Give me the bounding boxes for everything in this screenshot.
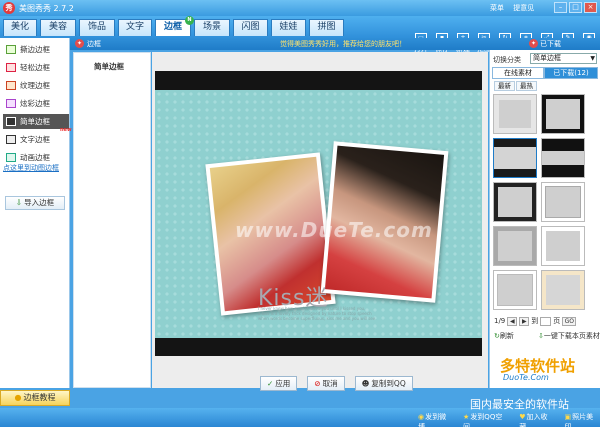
canvas-area: www.DueTe.com Kiss迷 I never knew how muc…	[152, 52, 488, 391]
print-icon: ▣	[564, 413, 572, 421]
check-icon: ✓	[267, 379, 274, 388]
frame-icon	[6, 63, 16, 72]
cancel-icon: ⊘	[314, 379, 321, 388]
tab-decoration[interactable]: 饰品	[79, 19, 115, 36]
tab-downloaded[interactable]: 已下载(12)	[544, 67, 598, 79]
frame-bottom-bar	[155, 338, 482, 356]
frame-thumbnail[interactable]	[493, 94, 537, 134]
photo-canvas[interactable]: www.DueTe.com Kiss迷 I never knew how muc…	[155, 90, 482, 338]
frame-icon	[6, 81, 16, 90]
tab-face[interactable]: 美容	[40, 19, 76, 36]
page-indicator: 1/9	[494, 317, 506, 325]
app-logo-icon: 秀	[3, 2, 15, 14]
cancel-button[interactable]: ⊘ 取消	[307, 376, 345, 391]
frame-thumbnail[interactable]	[493, 138, 537, 178]
new-badge: N	[185, 16, 194, 25]
frame-icon	[6, 99, 16, 108]
sidebar-item-text-frame[interactable]: 文字边框	[3, 132, 69, 147]
animated-frame-link[interactable]: 点这里到动图边框	[3, 163, 59, 173]
left-sidebar: 撕边边框 轻松边框 纹理边框 炫彩边框 简单边框 文字边框 动画边框 new 点…	[0, 38, 72, 388]
share-weibo-button[interactable]: ◉发到微博	[418, 412, 453, 427]
goto-label: 到	[531, 317, 539, 325]
sidebar-item-texture-frame[interactable]: 纹理边框	[3, 78, 69, 93]
feedback-link[interactable]: 提意见	[513, 4, 534, 12]
apply-button[interactable]: ✓ 应用	[260, 376, 298, 391]
downloaded-icon: ✦	[529, 39, 538, 48]
sidebar-item-color-frame[interactable]: 炫彩边框	[3, 96, 69, 111]
minimize-button[interactable]: –	[554, 2, 567, 13]
frame-top-bar	[155, 71, 482, 90]
sidebar-item-easy-frame[interactable]: 轻松边框	[3, 60, 69, 75]
download-page-button[interactable]: ⇩一键下载本页素材	[538, 331, 600, 341]
frame-thumbnail[interactable]	[493, 270, 537, 310]
weibo-icon: ◉	[418, 413, 425, 421]
brand-url: DuoTe.Com	[503, 373, 549, 382]
status-bar: 国内最安全的软件站 ◉发到微博 ★发到QQ空间 ♥加入收藏 ▣照片美印	[0, 398, 600, 427]
promo-text[interactable]: 觉得美图秀秀好用，推荐给您的朋友吧！	[280, 39, 406, 49]
sort-hottest-button[interactable]: 最热	[516, 81, 537, 91]
sort-newest-button[interactable]: 最新	[494, 81, 515, 91]
app-window: 秀 美图秀秀 2.7.2 菜单 提意见 – □ × 美化 美容 饰品 文字 边框…	[0, 0, 600, 427]
next-page-button[interactable]: ▶	[519, 316, 530, 326]
frame-thumbnail[interactable]	[493, 226, 537, 266]
frame-thumbnail[interactable]	[541, 138, 585, 178]
material-panel: 切换分类 简单边框 ▼ 在线素材 已下载(12) 最新 最热 1/9 ◀ ▶ 到 …	[489, 50, 600, 388]
tab-online-material[interactable]: 在线素材	[492, 67, 544, 79]
frame-icon	[6, 153, 16, 162]
app-title: 美图秀秀 2.7.2	[19, 4, 74, 13]
category-label: 切换分类	[493, 56, 521, 64]
menu-link[interactable]: 菜单	[490, 4, 504, 12]
go-button[interactable]: GO	[562, 316, 577, 326]
section-title: 边框	[87, 40, 101, 48]
frame-thumbnail[interactable]	[541, 94, 585, 134]
page-unit-label: 页	[553, 317, 561, 325]
import-frame-button[interactable]: ⇩ 导入边框	[5, 196, 65, 210]
sidebar-item-torn-frame[interactable]: 撕边边框	[3, 42, 69, 57]
tab-frame[interactable]: 边框 N	[155, 16, 194, 36]
brand-slogan: 国内最安全的软件站	[470, 398, 569, 411]
watermark-text: www.DueTe.com	[235, 218, 433, 242]
frame-list-panel: 简单边框	[73, 52, 151, 388]
tab-scene[interactable]: 场景	[194, 19, 230, 36]
downloaded-title: 已下载	[540, 40, 561, 48]
pagination: 1/9 ◀ ▶ 到 页 GO	[494, 316, 577, 326]
maximize-button[interactable]: □	[569, 2, 582, 13]
title-bar: 秀 美图秀秀 2.7.2 菜单 提意见 – □ ×	[0, 0, 600, 16]
frame-thumbnail[interactable]	[541, 182, 585, 222]
tab-doll[interactable]: 娃娃	[271, 19, 306, 36]
frame-icon	[6, 117, 16, 126]
menu-bar: 美化 美容 饰品 文字 边框N 场景 闪图 娃娃 拼图 ▭打开 ▪保存 +新建 …	[0, 16, 600, 53]
sub-header: ✦ 边框 觉得美图秀秀好用，推荐给您的朋友吧！ ✦ 已下载	[0, 38, 600, 50]
frame-section-icon: ✦	[75, 39, 84, 48]
frame-list-title: 简单边框	[94, 62, 124, 71]
favorite-icon: ♥	[519, 413, 526, 421]
tab-beautify[interactable]: 美化	[3, 19, 37, 36]
add-favorite-button[interactable]: ♥加入收藏	[519, 412, 554, 427]
kiss-caption: I never knew how much I loved you until …	[258, 306, 377, 321]
refresh-button[interactable]: ↻刷新	[494, 331, 514, 341]
frame-tutorial-button[interactable]: ● 边框教程	[0, 390, 70, 406]
tab-text[interactable]: 文字	[118, 19, 152, 36]
frame-thumbnail[interactable]	[493, 182, 537, 222]
frame-thumbnail[interactable]	[541, 270, 585, 310]
bulb-icon: ●	[14, 393, 22, 402]
prev-page-button[interactable]: ◀	[507, 316, 518, 326]
tab-collage[interactable]: 拼图	[309, 19, 344, 36]
qzone-icon: ★	[463, 413, 470, 421]
photo-print-button[interactable]: ▣照片美印	[564, 412, 600, 427]
import-icon: ⇩	[15, 198, 23, 207]
frame-thumbnail[interactable]	[541, 226, 585, 266]
page-number-input[interactable]	[540, 316, 552, 326]
chevron-down-icon: ▼	[590, 55, 595, 62]
frame-icon	[6, 135, 16, 144]
share-qzone-button[interactable]: ★发到QQ空间	[463, 412, 509, 427]
tab-flash[interactable]: 闪图	[233, 19, 268, 36]
new-badge: new	[60, 127, 72, 133]
frame-icon	[6, 45, 16, 54]
qq-icon: ☻	[361, 379, 370, 388]
copy-to-qq-button[interactable]: ☻ 复制到QQ	[354, 376, 413, 391]
close-button[interactable]: ×	[584, 2, 597, 13]
category-select[interactable]: 简单边框 ▼	[530, 53, 597, 64]
